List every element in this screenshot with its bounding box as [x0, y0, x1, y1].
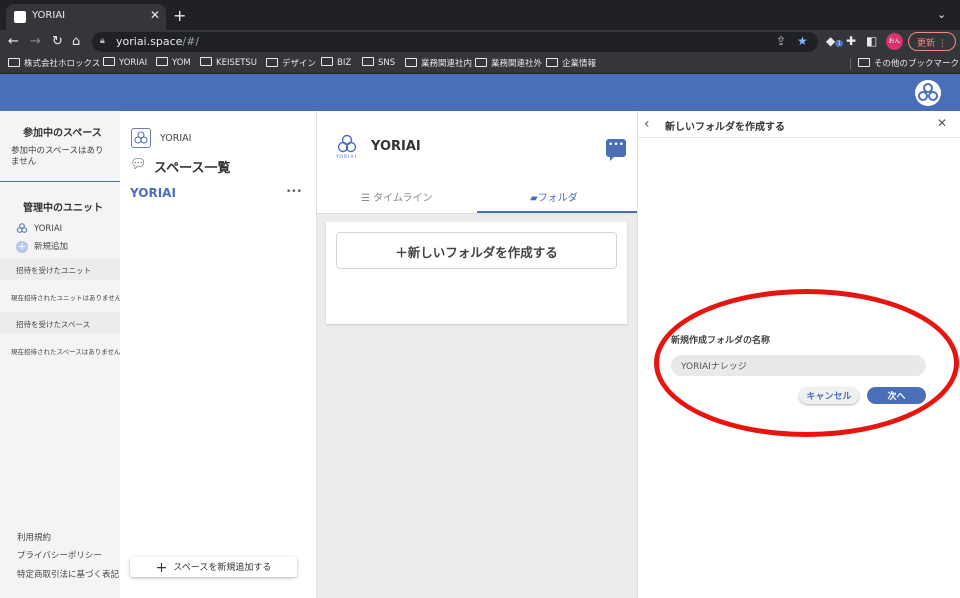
side-panel-icon[interactable]: ◧ [866, 34, 877, 48]
new-tab-icon[interactable]: + [173, 6, 186, 25]
bookmark-item[interactable]: 株式会社ホロックス [8, 57, 100, 69]
home-icon[interactable]: ⌂ [72, 34, 80, 49]
tabs-divider [317, 213, 637, 214]
invited-spaces-heading: 招待を受けたスペース [16, 320, 91, 329]
bookmark-item[interactable]: YOM [156, 57, 191, 68]
invited-units-empty-text: 現在招待されたユニットはありません。 [11, 294, 128, 302]
highlight-ellipse [654, 289, 959, 437]
space-name: YORIAI [371, 139, 421, 154]
forward-icon[interactable]: → [30, 34, 41, 49]
address-bar[interactable]: 🔒︎ yoriai.space/#/ ⇪ ★ [92, 32, 818, 52]
managed-units-heading: 管理中のユニット [23, 203, 103, 214]
privacy-policy-link[interactable]: プライバシーポリシー [17, 549, 102, 561]
bookmark-item[interactable]: 企業情報 [546, 57, 596, 69]
space-list-column: YORIAI 💬︎ スペース一覧 YORIAI ••• + スペースを新規追加する [120, 111, 317, 598]
update-button[interactable]: 更新 ⋮ [908, 32, 956, 51]
add-unit-icon[interactable]: + [16, 241, 28, 253]
profile-avatar[interactable]: おん [886, 33, 903, 50]
bookmark-star-icon[interactable]: ★ [797, 34, 808, 48]
new-folder-button[interactable]: ＋新しいフォルダを作成する [336, 232, 617, 269]
bookmarks-divider [850, 58, 851, 70]
tab-close-icon[interactable]: ✕ [150, 8, 160, 22]
tab-timeline[interactable]: ☰ タイムライン [361, 189, 432, 204]
bookmark-item[interactable]: KEISETSU [200, 57, 257, 68]
url-text: yoriai.space/#/ [116, 35, 200, 48]
folder-card: ＋新しいフォルダを作成する [326, 222, 627, 324]
reload-icon[interactable]: ↻ [52, 34, 63, 49]
folder-icon: ▰ [530, 193, 538, 204]
left-sidebar: 参加中のスペース 参加中のスペースはありません 管理中のユニット YORIAI … [0, 111, 128, 598]
sidebar-item-unit-yoriai[interactable]: YORIAI [34, 224, 62, 235]
list-icon: ☰ [361, 193, 370, 204]
share-icon[interactable]: ⇪ [776, 34, 786, 48]
tab-search-chevron-icon[interactable]: ⌄ [937, 8, 946, 21]
spaces-title: スペース一覧 [154, 161, 231, 176]
invited-units-heading: 招待を受けたユニット [16, 266, 91, 275]
space-logo-icon [337, 134, 357, 153]
panel-header-divider [638, 137, 960, 138]
bookmark-item[interactable]: デザイン [266, 57, 316, 69]
spaces-chat-icon: 💬︎ [130, 157, 147, 172]
unit-logo-icon [16, 223, 28, 233]
space-header: YORIAI YORIAI ••• ☰ タイムライン ▰フォルダ [317, 111, 637, 214]
sidebar-divider [0, 181, 120, 182]
puzzle-extensions-icon[interactable]: ✚ [846, 34, 856, 48]
space-item-yoriai[interactable]: YORIAI [130, 186, 176, 200]
terms-link[interactable]: 利用規約 [17, 531, 51, 543]
back-chevron-icon[interactable]: ‹ [644, 116, 650, 132]
invited-spaces-empty-text: 現在招待されたスペースはありません。 [11, 348, 128, 356]
space-more-icon[interactable]: ••• [286, 187, 302, 197]
close-icon[interactable]: ✕ [937, 116, 947, 130]
back-icon[interactable]: ← [8, 34, 19, 49]
joined-spaces-empty-text: 参加中のスペースはありません [11, 146, 104, 167]
panel-title: 新しいフォルダを作成する [665, 122, 785, 133]
joined-spaces-heading: 参加中のスペース [23, 128, 102, 139]
bookmark-item[interactable]: 業務関連社外 [475, 57, 542, 69]
bookmark-item[interactable]: BIZ [321, 57, 351, 68]
tab-folder[interactable]: ▰フォルダ [530, 189, 578, 204]
main-content: YORIAI YORIAI ••• ☰ タイムライン ▰フォルダ ＋新しいフォル… [317, 111, 637, 598]
browser-toolbar: ← → ↻ ⌂ 🔒︎ yoriai.space/#/ ⇪ ★ ◆ 1 ✚ ◧ おん… [0, 30, 960, 54]
chat-button[interactable]: ••• [606, 139, 626, 161]
unit-logo-icon [134, 131, 148, 144]
other-bookmarks[interactable]: その他のブックマーク [858, 57, 959, 69]
add-unit-link[interactable]: 新規追加 [34, 242, 68, 253]
app-header [0, 74, 960, 111]
browser-tab[interactable]: YORIAI ✕ [6, 4, 166, 30]
unit-logo-box [131, 128, 151, 148]
extension-icon[interactable]: ◆ 1 [826, 34, 844, 48]
space-logo-text: YORIAI [336, 155, 357, 160]
bookmark-item[interactable]: YORIAI [103, 57, 147, 68]
add-space-button[interactable]: + スペースを新規追加する [130, 557, 297, 577]
yoriai-logo-icon[interactable] [914, 79, 942, 107]
tab-title: YORIAI [32, 10, 66, 21]
unit-label: YORIAI [160, 133, 192, 144]
plus-icon: + [155, 560, 168, 576]
bookmark-item[interactable]: SNS [362, 57, 395, 68]
bookmarks-bar: 株式会社ホロックス YORIAI YOM KEISETSU デザイン BIZ S… [0, 54, 960, 74]
browser-tab-strip: YORIAI ✕ + ⌄ [0, 0, 960, 30]
commercial-law-link[interactable]: 特定商取引法に基づく表記 [17, 568, 119, 580]
tab-favicon-icon [14, 11, 26, 23]
bookmark-item[interactable]: 業務関連社内 [405, 57, 472, 69]
lock-icon: 🔒︎ [100, 36, 105, 46]
